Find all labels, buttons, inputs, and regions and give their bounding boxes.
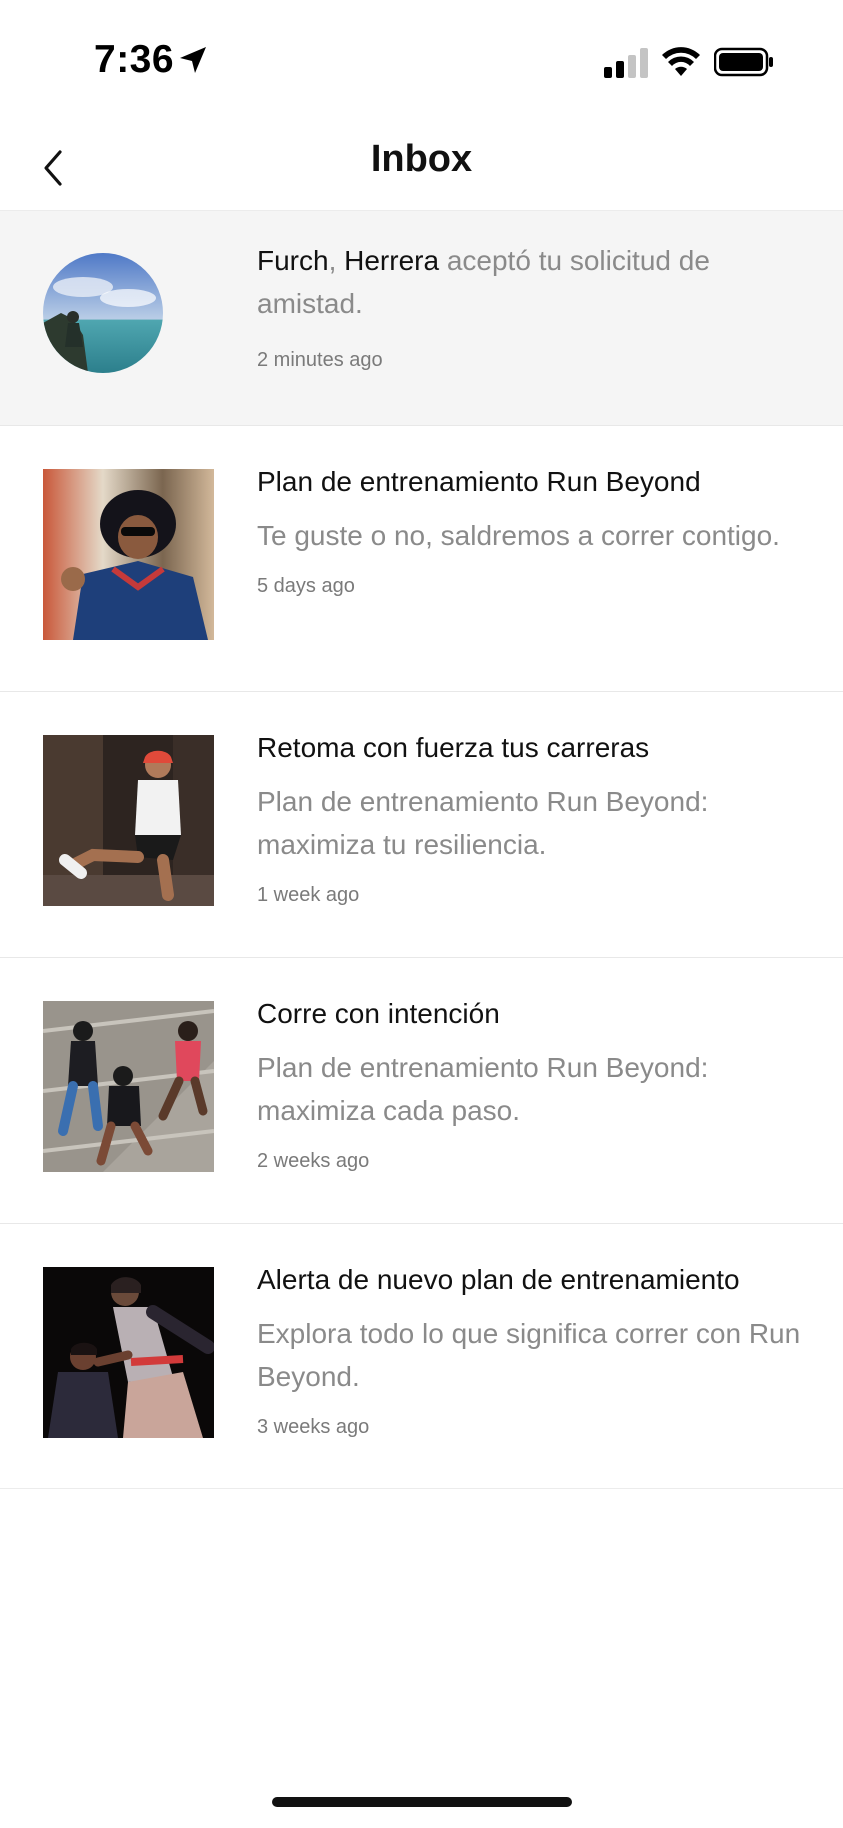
inbox-list: Furch, Herrera aceptó tu solicitud de am… bbox=[0, 210, 843, 1489]
battery-icon bbox=[714, 47, 773, 77]
wifi-icon bbox=[662, 47, 700, 76]
message-title: Plan de entrenamiento Run Beyond bbox=[257, 466, 701, 497]
message-thumbnail bbox=[43, 735, 214, 906]
page-title: Inbox bbox=[370, 138, 473, 180]
notification-message: Furch, Herrera aceptó tu solicitud de am… bbox=[257, 245, 710, 319]
list-item[interactable]: Corre con intención Plan de entrenamient… bbox=[0, 957, 843, 1223]
status-bar: 7:36 bbox=[0, 0, 843, 110]
friend-notification-row[interactable]: Furch, Herrera aceptó tu solicitud de am… bbox=[0, 210, 843, 425]
message-content: Retoma con fuerza tus carreras Plan de e… bbox=[257, 728, 817, 907]
message-body: Explora todo lo que significa correr con… bbox=[257, 1318, 801, 1392]
message-content: Corre con intención Plan de entrenamient… bbox=[257, 994, 817, 1173]
list-item[interactable]: Alerta de nuevo plan de entrenamiento Ex… bbox=[0, 1223, 843, 1489]
message-body: Te guste o no, saldremos a correr contig… bbox=[257, 520, 780, 551]
location-arrow-icon bbox=[180, 47, 206, 73]
message-thumbnail bbox=[43, 469, 214, 640]
message-title: Corre con intención bbox=[257, 998, 500, 1029]
message-thumbnail bbox=[43, 1267, 214, 1438]
message-content: Alerta de nuevo plan de entrenamiento Ex… bbox=[257, 1260, 817, 1439]
message-content: Plan de entrenamiento Run Beyond Te gust… bbox=[257, 462, 817, 598]
cellular-signal-icon bbox=[604, 48, 648, 78]
timestamp: 3 weeks ago bbox=[257, 1416, 370, 1438]
avatar bbox=[43, 253, 163, 373]
status-time: 7:36 bbox=[94, 38, 175, 81]
message-title: Retoma con fuerza tus carreras bbox=[257, 732, 650, 763]
friend-name[interactable]: Furch bbox=[257, 245, 329, 276]
timestamp: 1 week ago bbox=[257, 884, 360, 906]
list-item[interactable]: Retoma con fuerza tus carreras Plan de e… bbox=[0, 691, 843, 957]
friend-name[interactable]: Herrera bbox=[344, 245, 439, 276]
list-item[interactable]: Plan de entrenamiento Run Beyond Te gust… bbox=[0, 425, 843, 691]
home-indicator[interactable] bbox=[272, 1797, 572, 1807]
inbox-screen: 7:36 Inbox Furch, Herrera aceptó tu soli… bbox=[0, 0, 843, 1828]
message-body: Plan de entrenamiento Run Beyond: maximi… bbox=[257, 1052, 709, 1126]
timestamp: 2 weeks ago bbox=[257, 1150, 370, 1172]
notification-content: Furch, Herrera aceptó tu solicitud de am… bbox=[257, 239, 817, 372]
timestamp: 2 minutes ago bbox=[257, 349, 383, 371]
timestamp: 5 days ago bbox=[257, 575, 355, 597]
nav-header: Inbox bbox=[0, 110, 843, 210]
message-body: Plan de entrenamiento Run Beyond: maximi… bbox=[257, 786, 709, 860]
message-title: Alerta de nuevo plan de entrenamiento bbox=[257, 1264, 740, 1295]
message-thumbnail bbox=[43, 1001, 214, 1172]
